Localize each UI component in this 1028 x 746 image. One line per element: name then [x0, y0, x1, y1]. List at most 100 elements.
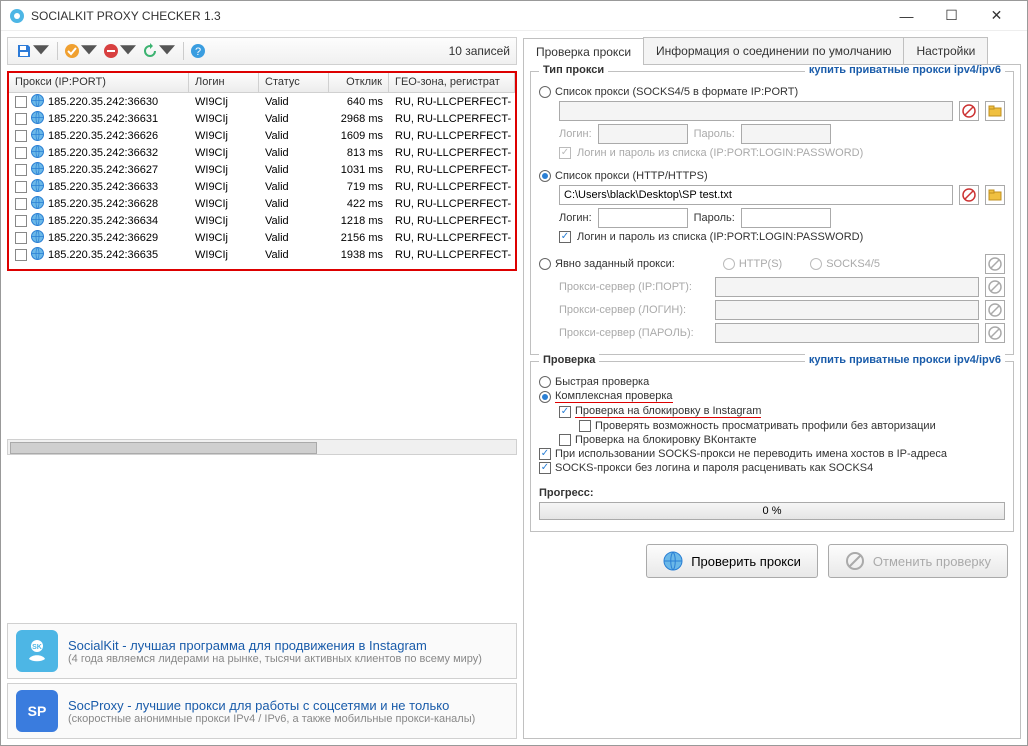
server-ip-label: Прокси-сервер (IP:ПОРТ):: [559, 281, 709, 293]
row-checkbox[interactable]: [15, 232, 27, 244]
accept-button[interactable]: [62, 41, 99, 61]
cell-response: 2968 ms: [329, 113, 389, 125]
app-icon: [9, 8, 25, 24]
row-checkbox[interactable]: [15, 198, 27, 210]
cell-response: 813 ms: [329, 147, 389, 159]
radio-https-sub: [723, 258, 735, 270]
row-checkbox[interactable]: [15, 130, 27, 142]
radio-http-list[interactable]: [539, 170, 551, 182]
chk-nologin[interactable]: [539, 462, 551, 474]
table-row[interactable]: 185.220.35.242:36631WI9CIjValid2968 msRU…: [9, 110, 515, 127]
table-row[interactable]: 185.220.35.242:36635WI9CIjValid1938 msRU…: [9, 246, 515, 263]
http-clear-button[interactable]: [959, 185, 979, 205]
server-login-clear[interactable]: [985, 300, 1005, 320]
server-ip-input: [715, 277, 979, 297]
socks-browse-button[interactable]: [985, 101, 1005, 121]
header-proxy[interactable]: Прокси (IP:PORT): [9, 73, 189, 92]
table-row[interactable]: 185.220.35.242:36627WI9CIjValid1031 msRU…: [9, 161, 515, 178]
row-checkbox[interactable]: [15, 249, 27, 261]
table-row[interactable]: 185.220.35.242:36630WI9CIjValid640 msRU,…: [9, 93, 515, 110]
radio-quick-check[interactable]: [539, 376, 551, 388]
toolbar: ? 10 записей: [7, 37, 517, 65]
http-browse-button[interactable]: [985, 185, 1005, 205]
explicit-clear-1[interactable]: [985, 254, 1005, 274]
radio-explicit[interactable]: [539, 258, 551, 270]
promo1-sub: (4 года являемся лидерами на рынке, тыся…: [68, 653, 482, 665]
globe-icon: [31, 247, 44, 263]
table-row[interactable]: 185.220.35.242:36632WI9CIjValid813 msRU,…: [9, 144, 515, 161]
server-ip-clear[interactable]: [985, 277, 1005, 297]
row-checkbox[interactable]: [15, 96, 27, 108]
table-row[interactable]: 185.220.35.242:36628WI9CIjValid422 msRU,…: [9, 195, 515, 212]
row-checkbox[interactable]: [15, 181, 27, 193]
cell-geo: RU, RU-LLCPERFECT-: [389, 113, 515, 125]
cell-geo: RU, RU-LLCPERFECT-: [389, 249, 515, 261]
server-pass-input: [715, 323, 979, 343]
cancel-check-button[interactable]: Отменить проверку: [828, 544, 1008, 578]
socks-clear-button[interactable]: [959, 101, 979, 121]
cell-response: 2156 ms: [329, 232, 389, 244]
tab-connection-info[interactable]: Информация о соединении по умолчанию: [643, 37, 904, 64]
minimize-button[interactable]: —: [884, 1, 929, 30]
header-geo[interactable]: ГЕО-зона, регистрат: [389, 73, 515, 92]
socks-from-list-checkbox: [559, 147, 571, 159]
progress-bar: 0 %: [539, 502, 1005, 520]
cell-response: 1938 ms: [329, 249, 389, 261]
cell-proxy: 185.220.35.242:36629: [48, 231, 158, 243]
chk-profiles-label: Проверять возможность просматривать проф…: [595, 420, 936, 432]
table-row[interactable]: 185.220.35.242:36626WI9CIjValid1609 msRU…: [9, 127, 515, 144]
table-row[interactable]: 185.220.35.242:36629WI9CIjValid2156 msRU…: [9, 229, 515, 246]
server-pass-clear[interactable]: [985, 323, 1005, 343]
promo-socproxy[interactable]: SP SocProxy - лучшие прокси для работы с…: [7, 683, 517, 739]
buy-proxy-link-2[interactable]: купить приватные прокси ipv4/ipv6: [805, 354, 1005, 366]
tab-check[interactable]: Проверка прокси: [523, 38, 644, 65]
radio-complex-check[interactable]: [539, 391, 551, 403]
chk-instagram[interactable]: [559, 406, 571, 418]
globe-icon: [31, 162, 44, 178]
delete-button[interactable]: [101, 41, 138, 61]
horizontal-scrollbar[interactable]: [7, 439, 517, 455]
header-login[interactable]: Логин: [189, 73, 259, 92]
cell-geo: RU, RU-LLCPERFECT-: [389, 198, 515, 210]
globe-icon: [31, 111, 44, 127]
row-checkbox[interactable]: [15, 215, 27, 227]
tab-settings[interactable]: Настройки: [903, 37, 988, 64]
cell-login: WI9CIj: [189, 164, 259, 176]
row-checkbox[interactable]: [15, 113, 27, 125]
row-checkbox[interactable]: [15, 164, 27, 176]
cancel-check-label: Отменить проверку: [873, 554, 991, 569]
socks-login-input: [598, 124, 688, 144]
chk-vk[interactable]: [559, 434, 571, 446]
save-button[interactable]: [14, 41, 51, 61]
row-checkbox[interactable]: [15, 147, 27, 159]
radio-complex-label: Комплексная проверка: [555, 390, 673, 403]
chk-hosts[interactable]: [539, 448, 551, 460]
http-pass-input[interactable]: [741, 208, 831, 228]
http-login-input[interactable]: [598, 208, 688, 228]
http-file-input[interactable]: [559, 185, 953, 205]
header-status[interactable]: Статус: [259, 73, 329, 92]
help-button[interactable]: ?: [188, 41, 208, 61]
cell-proxy: 185.220.35.242:36632: [48, 146, 158, 158]
cell-login: WI9CIj: [189, 113, 259, 125]
group-title-check: Проверка: [539, 354, 599, 366]
cell-status: Valid: [259, 249, 329, 261]
maximize-button[interactable]: ☐: [929, 1, 974, 30]
header-response[interactable]: Отклик: [329, 73, 389, 92]
cell-proxy: 185.220.35.242:36635: [48, 248, 158, 260]
cell-proxy: 185.220.35.242:36630: [48, 95, 158, 107]
promo-socialkit[interactable]: SK SocialKit - лучшая программа для прод…: [7, 623, 517, 679]
chk-profiles[interactable]: [579, 420, 591, 432]
globe-icon: [663, 551, 683, 571]
table-row[interactable]: 185.220.35.242:36633WI9CIjValid719 msRU,…: [9, 178, 515, 195]
group-check: Проверка купить приватные прокси ipv4/ip…: [530, 361, 1014, 532]
cell-status: Valid: [259, 232, 329, 244]
table-row[interactable]: 185.220.35.242:36634WI9CIjValid1218 msRU…: [9, 212, 515, 229]
radio-socks-list[interactable]: [539, 86, 551, 98]
buy-proxy-link-1[interactable]: купить приватные прокси ipv4/ipv6: [805, 65, 1005, 76]
check-proxy-button[interactable]: Проверить прокси: [646, 544, 818, 578]
cell-status: Valid: [259, 164, 329, 176]
http-from-list-checkbox[interactable]: [559, 231, 571, 243]
close-button[interactable]: ✕: [974, 1, 1019, 30]
refresh-button[interactable]: [140, 41, 177, 61]
